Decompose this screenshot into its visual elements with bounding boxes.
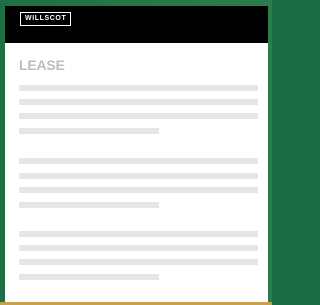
skeleton-line <box>19 113 258 119</box>
skeleton-line <box>19 187 258 193</box>
skeleton-line <box>19 85 258 91</box>
skeleton-line <box>19 173 258 179</box>
skeleton-line <box>19 99 258 105</box>
skeleton-line-short <box>19 274 159 280</box>
skeleton-line <box>19 231 258 237</box>
lease-card: WILLSCOT LEASE <box>5 6 268 302</box>
skeleton-line <box>19 245 258 251</box>
header-bar: WILLSCOT <box>5 6 268 43</box>
skeleton-line <box>19 259 258 265</box>
skeleton-line-short <box>19 202 159 208</box>
skeleton-line <box>19 158 258 164</box>
skeleton-line-short <box>19 128 159 134</box>
page-title: LEASE <box>19 57 65 73</box>
willscot-logo[interactable]: WILLSCOT <box>20 12 72 26</box>
